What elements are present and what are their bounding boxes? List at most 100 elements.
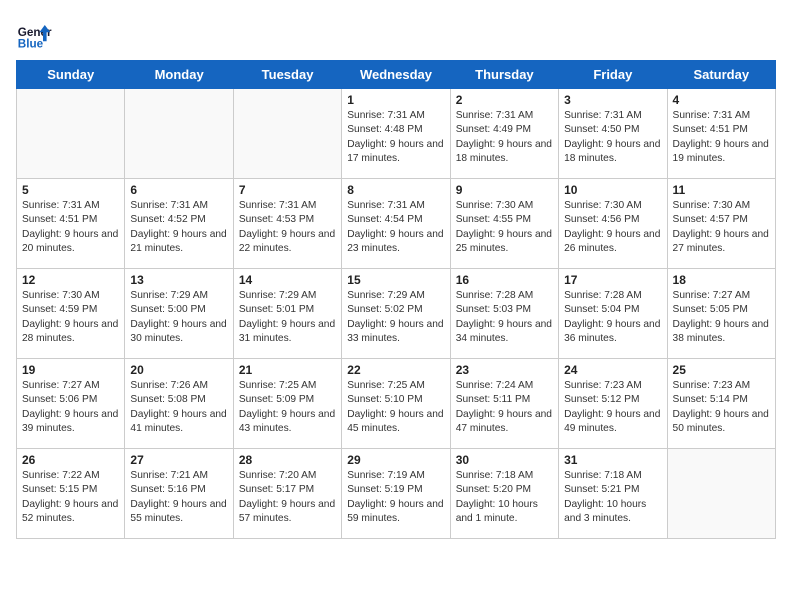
calendar-cell: 8 Sunrise: 7:31 AM Sunset: 4:54 PM Daylig… xyxy=(342,179,450,269)
day-number: 21 xyxy=(239,363,336,377)
calendar-cell: 13 Sunrise: 7:29 AM Sunset: 5:00 PM Dayli… xyxy=(125,269,233,359)
day-number: 14 xyxy=(239,273,336,287)
day-number: 13 xyxy=(130,273,227,287)
day-info: Sunrise: 7:30 AM Sunset: 4:59 PM Dayligh… xyxy=(22,289,119,346)
day-info: Sunrise: 7:25 AM Sunset: 5:09 PM Dayligh… xyxy=(239,379,336,436)
day-info: Sunrise: 7:23 AM Sunset: 5:14 PM Dayligh… xyxy=(673,379,770,436)
day-number: 5 xyxy=(22,183,119,197)
day-info: Sunrise: 7:31 AM Sunset: 4:51 PM Dayligh… xyxy=(673,109,770,166)
calendar-cell: 26 Sunrise: 7:22 AM Sunset: 5:15 PM Dayli… xyxy=(17,449,125,539)
calendar-cell: 4 Sunrise: 7:31 AM Sunset: 4:51 PM Daylig… xyxy=(667,89,775,179)
week-row-2: 5 Sunrise: 7:31 AM Sunset: 4:51 PM Daylig… xyxy=(17,179,776,269)
day-info: Sunrise: 7:23 AM Sunset: 5:12 PM Dayligh… xyxy=(564,379,661,436)
calendar-cell: 31 Sunrise: 7:18 AM Sunset: 5:21 PM Dayli… xyxy=(559,449,667,539)
calendar-cell: 21 Sunrise: 7:25 AM Sunset: 5:09 PM Dayli… xyxy=(233,359,341,449)
day-info: Sunrise: 7:27 AM Sunset: 5:06 PM Dayligh… xyxy=(22,379,119,436)
calendar-cell: 19 Sunrise: 7:27 AM Sunset: 5:06 PM Dayli… xyxy=(17,359,125,449)
day-number: 10 xyxy=(564,183,661,197)
day-number: 29 xyxy=(347,453,444,467)
day-number: 24 xyxy=(564,363,661,377)
calendar-cell: 17Sunrise: 7:28 AM Sunset: 5:04 PM Dayli… xyxy=(559,269,667,359)
calendar-cell: 29 Sunrise: 7:19 AM Sunset: 5:19 PM Dayli… xyxy=(342,449,450,539)
day-number: 6 xyxy=(130,183,227,197)
day-info: Sunrise: 7:19 AM Sunset: 5:19 PM Dayligh… xyxy=(347,469,444,526)
day-number: 19 xyxy=(22,363,119,377)
day-info: Sunrise: 7:25 AM Sunset: 5:10 PM Dayligh… xyxy=(347,379,444,436)
calendar-cell: 15Sunrise: 7:29 AM Sunset: 5:02 PM Dayli… xyxy=(342,269,450,359)
day-info: Sunrise: 7:20 AM Sunset: 5:17 PM Dayligh… xyxy=(239,469,336,526)
weekday-header-tuesday: Tuesday xyxy=(233,61,341,89)
weekday-header-thursday: Thursday xyxy=(450,61,558,89)
calendar-cell: 2Sunrise: 7:31 AM Sunset: 4:49 PM Daylig… xyxy=(450,89,558,179)
calendar-cell: 30 Sunrise: 7:18 AM Sunset: 5:20 PM Dayli… xyxy=(450,449,558,539)
weekday-header-monday: Monday xyxy=(125,61,233,89)
day-number: 26 xyxy=(22,453,119,467)
calendar-cell xyxy=(233,89,341,179)
calendar-cell: 14 Sunrise: 7:29 AM Sunset: 5:01 PM Dayli… xyxy=(233,269,341,359)
calendar-cell: 1 Sunrise: 7:31 AM Sunset: 4:48 PM Daylig… xyxy=(342,89,450,179)
day-info: Sunrise: 7:31 AM Sunset: 4:54 PM Dayligh… xyxy=(347,199,444,256)
weekday-header-friday: Friday xyxy=(559,61,667,89)
day-number: 28 xyxy=(239,453,336,467)
calendar-cell: 9Sunrise: 7:30 AM Sunset: 4:55 PM Daylig… xyxy=(450,179,558,269)
day-info: Sunrise: 7:30 AM Sunset: 4:56 PM Dayligh… xyxy=(564,199,661,256)
day-number: 30 xyxy=(456,453,553,467)
svg-text:Blue: Blue xyxy=(18,38,44,51)
week-row-5: 26 Sunrise: 7:22 AM Sunset: 5:15 PM Dayli… xyxy=(17,449,776,539)
calendar-cell xyxy=(667,449,775,539)
day-info: Sunrise: 7:29 AM Sunset: 5:00 PM Dayligh… xyxy=(130,289,227,346)
calendar-cell: 6 Sunrise: 7:31 AM Sunset: 4:52 PM Daylig… xyxy=(125,179,233,269)
calendar-cell: 7 Sunrise: 7:31 AM Sunset: 4:53 PM Daylig… xyxy=(233,179,341,269)
calendar-cell: 16Sunrise: 7:28 AM Sunset: 5:03 PM Dayli… xyxy=(450,269,558,359)
calendar-cell xyxy=(17,89,125,179)
day-number: 12 xyxy=(22,273,119,287)
day-info: Sunrise: 7:28 AM Sunset: 5:03 PM Dayligh… xyxy=(456,289,553,346)
week-row-3: 12 Sunrise: 7:30 AM Sunset: 4:59 PM Dayli… xyxy=(17,269,776,359)
calendar-cell: 28 Sunrise: 7:20 AM Sunset: 5:17 PM Dayli… xyxy=(233,449,341,539)
day-info: Sunrise: 7:31 AM Sunset: 4:52 PM Dayligh… xyxy=(130,199,227,256)
day-number: 3 xyxy=(564,93,661,107)
calendar-cell: 25 Sunrise: 7:23 AM Sunset: 5:14 PM Dayli… xyxy=(667,359,775,449)
calendar-cell: 11 Sunrise: 7:30 AM Sunset: 4:57 PM Dayli… xyxy=(667,179,775,269)
day-info: Sunrise: 7:31 AM Sunset: 4:48 PM Dayligh… xyxy=(347,109,444,166)
calendar-cell: 12 Sunrise: 7:30 AM Sunset: 4:59 PM Dayli… xyxy=(17,269,125,359)
calendar-cell: 3Sunrise: 7:31 AM Sunset: 4:50 PM Daylig… xyxy=(559,89,667,179)
day-number: 25 xyxy=(673,363,770,377)
weekday-header-sunday: Sunday xyxy=(17,61,125,89)
day-number: 31 xyxy=(564,453,661,467)
calendar-cell xyxy=(125,89,233,179)
day-info: Sunrise: 7:18 AM Sunset: 5:20 PM Dayligh… xyxy=(456,469,553,526)
calendar-cell: 23 Sunrise: 7:24 AM Sunset: 5:11 PM Dayli… xyxy=(450,359,558,449)
day-info: Sunrise: 7:31 AM Sunset: 4:51 PM Dayligh… xyxy=(22,199,119,256)
weekday-header-saturday: Saturday xyxy=(667,61,775,89)
week-row-4: 19 Sunrise: 7:27 AM Sunset: 5:06 PM Dayli… xyxy=(17,359,776,449)
day-number: 20 xyxy=(130,363,227,377)
day-number: 11 xyxy=(673,183,770,197)
calendar-cell: 20Sunrise: 7:26 AM Sunset: 5:08 PM Dayli… xyxy=(125,359,233,449)
calendar-table: SundayMondayTuesdayWednesdayThursdayFrid… xyxy=(16,60,776,539)
day-number: 4 xyxy=(673,93,770,107)
day-info: Sunrise: 7:22 AM Sunset: 5:15 PM Dayligh… xyxy=(22,469,119,526)
day-number: 8 xyxy=(347,183,444,197)
calendar-cell: 24 Sunrise: 7:23 AM Sunset: 5:12 PM Dayli… xyxy=(559,359,667,449)
day-number: 1 xyxy=(347,93,444,107)
calendar-cell: 18Sunrise: 7:27 AM Sunset: 5:05 PM Dayli… xyxy=(667,269,775,359)
weekday-header-wednesday: Wednesday xyxy=(342,61,450,89)
logo: General Blue xyxy=(16,16,52,52)
day-info: Sunrise: 7:31 AM Sunset: 4:53 PM Dayligh… xyxy=(239,199,336,256)
calendar-cell: 5 Sunrise: 7:31 AM Sunset: 4:51 PM Daylig… xyxy=(17,179,125,269)
day-number: 2 xyxy=(456,93,553,107)
day-info: Sunrise: 7:24 AM Sunset: 5:11 PM Dayligh… xyxy=(456,379,553,436)
logo-icon: General Blue xyxy=(16,16,52,52)
page-header: General Blue xyxy=(16,16,776,52)
day-info: Sunrise: 7:30 AM Sunset: 4:57 PM Dayligh… xyxy=(673,199,770,256)
day-info: Sunrise: 7:18 AM Sunset: 5:21 PM Dayligh… xyxy=(564,469,661,526)
day-info: Sunrise: 7:29 AM Sunset: 5:01 PM Dayligh… xyxy=(239,289,336,346)
day-info: Sunrise: 7:21 AM Sunset: 5:16 PM Dayligh… xyxy=(130,469,227,526)
day-info: Sunrise: 7:27 AM Sunset: 5:05 PM Dayligh… xyxy=(673,289,770,346)
day-info: Sunrise: 7:30 AM Sunset: 4:55 PM Dayligh… xyxy=(456,199,553,256)
day-number: 23 xyxy=(456,363,553,377)
day-number: 7 xyxy=(239,183,336,197)
day-number: 17 xyxy=(564,273,661,287)
calendar-cell: 10 Sunrise: 7:30 AM Sunset: 4:56 PM Dayli… xyxy=(559,179,667,269)
